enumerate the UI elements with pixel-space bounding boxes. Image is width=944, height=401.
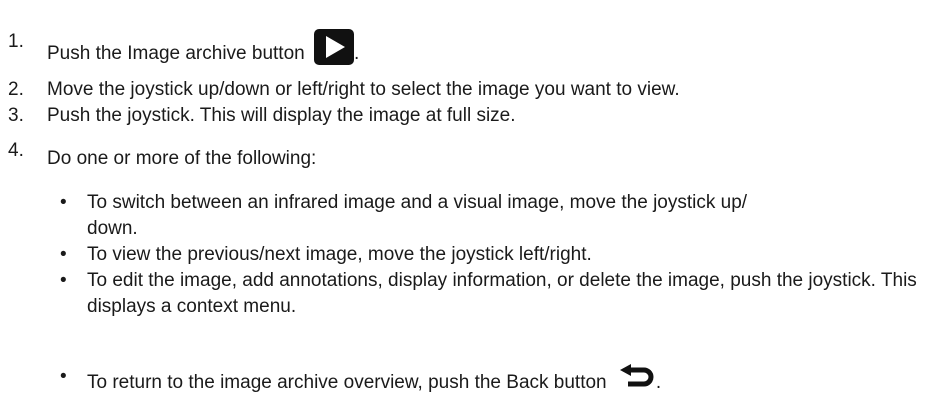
bullet-text: To switch between an infrared image and … xyxy=(87,192,748,239)
bullet-text-suffix: . xyxy=(655,372,662,393)
bullet-dot: • xyxy=(60,366,67,387)
bullet-text: To edit the image, add annotations, disp… xyxy=(87,270,917,317)
play-icon xyxy=(314,29,354,65)
step-text: Push the Image archive button . xyxy=(47,29,359,67)
step-number: 3. xyxy=(8,105,24,126)
back-arrow-icon xyxy=(619,364,654,387)
step-text: Push the joystick. This will display the… xyxy=(47,105,516,126)
step-text-label: Push the Image archive button xyxy=(47,43,305,64)
step-number: 2. xyxy=(8,79,24,100)
step-text-suffix: . xyxy=(354,43,360,64)
step-text: Do one or more of the following: xyxy=(47,148,317,169)
step-number: 4. xyxy=(8,140,24,161)
bullet-text-label: To return to the image archive overview,… xyxy=(87,372,607,393)
bullet-text: To view the previous/next image, move th… xyxy=(87,244,592,265)
step-text: Move the joystick up/down or left/right … xyxy=(47,79,680,100)
bullet-dot: • xyxy=(60,270,67,291)
bullet-dot: • xyxy=(60,244,67,265)
step-number: 1. xyxy=(8,31,24,52)
bullet-dot: • xyxy=(60,192,67,213)
bullet-text: To return to the image archive overview,… xyxy=(87,364,907,396)
